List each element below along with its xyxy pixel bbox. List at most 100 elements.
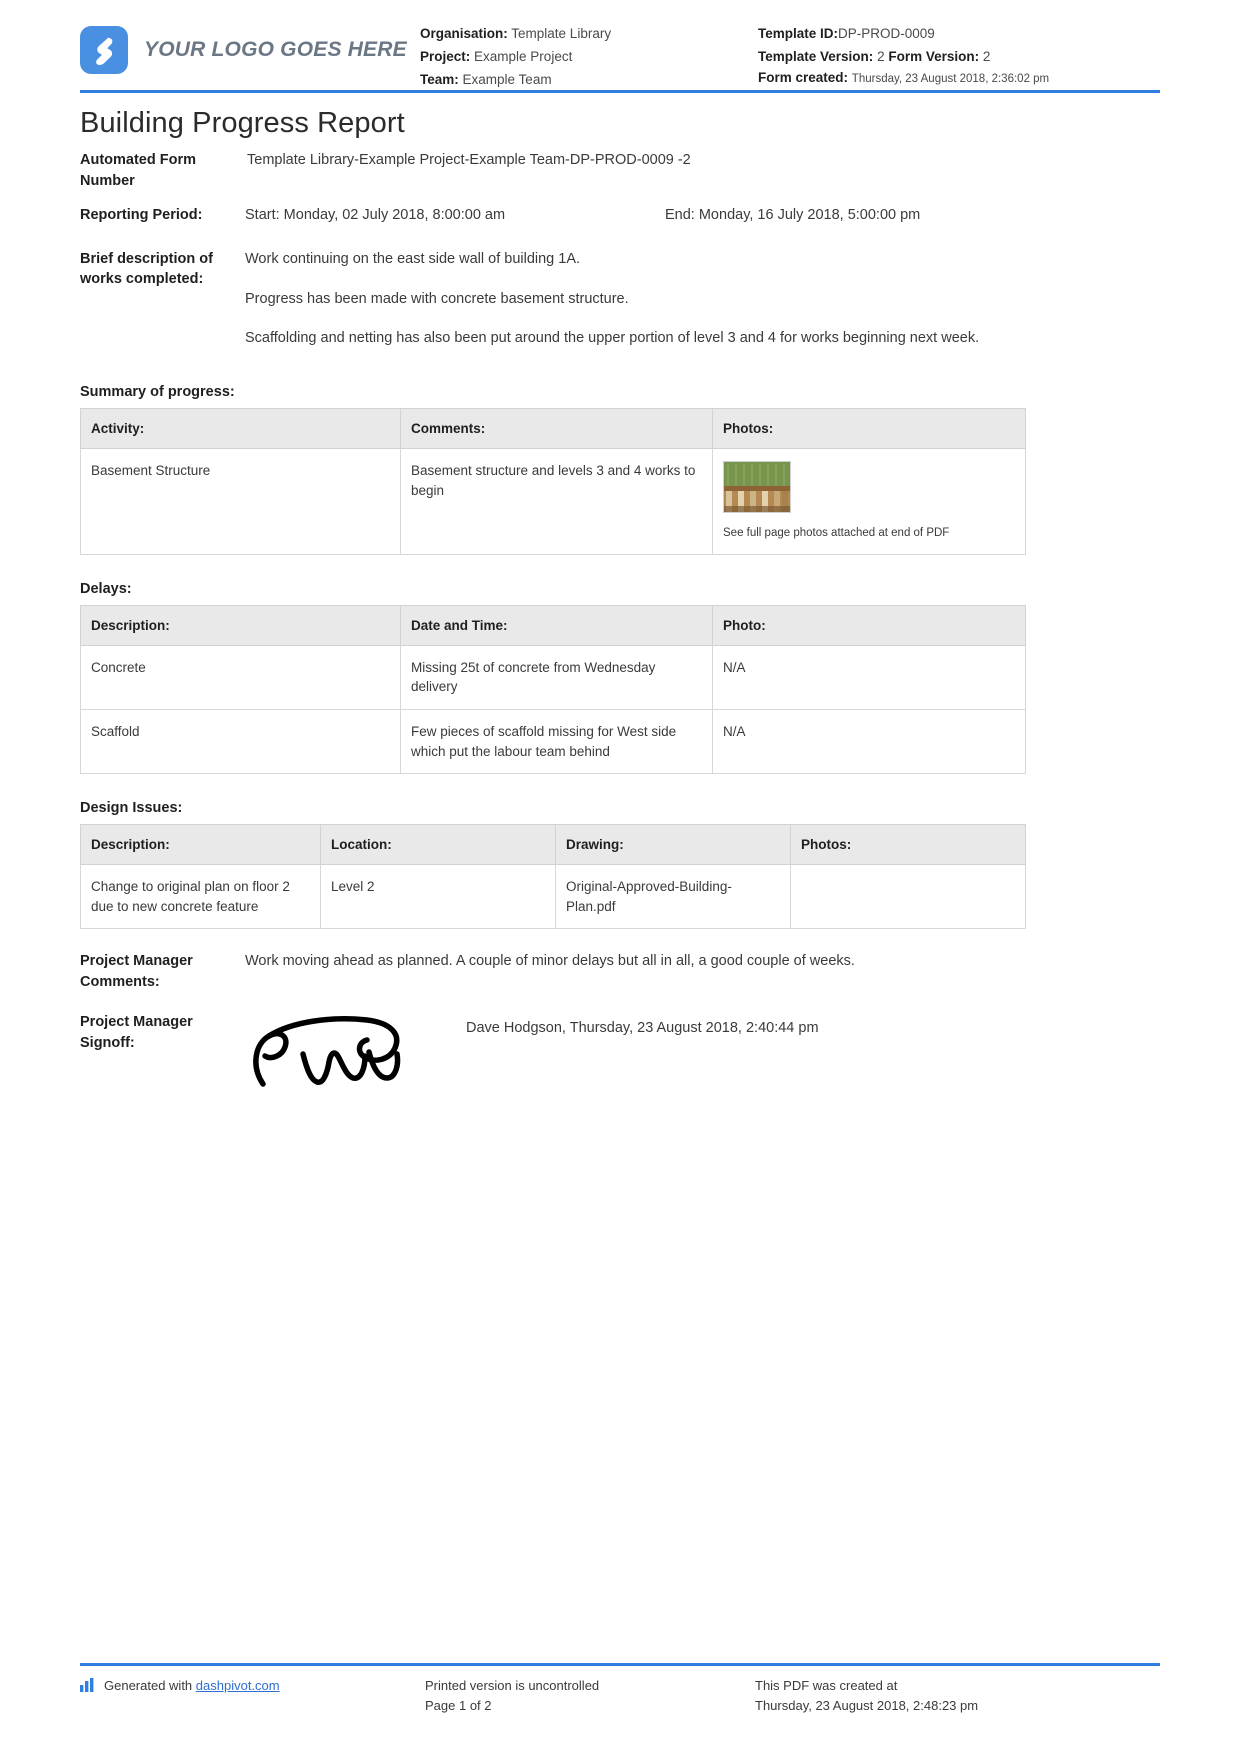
document-page: YOUR LOGO GOES HERE Organisation: Templa… — [0, 0, 1240, 1754]
field-project-manager-signoff: Project Manager Signoff: Dave Hodgson, T… — [80, 1012, 1160, 1097]
meta-form-created-label: Form created: — [758, 70, 849, 86]
field-label-brief-description: Brief description of works completed: — [80, 250, 213, 288]
table-row: Scaffold Few pieces of scaffold missing … — [80, 708, 1026, 775]
bar-chart-icon — [80, 1676, 96, 1698]
progress-photo-caption: See full page photos attached at end of … — [723, 527, 950, 540]
brief-description-paragraph: Work continuing on the east side wall of… — [245, 250, 581, 267]
column-header-comments: Comments: — [400, 408, 713, 450]
meta-organisation-value: Template Library — [511, 26, 612, 41]
document-header: YOUR LOGO GOES HERE Organisation: Templa… — [80, 0, 1160, 89]
delays-heading: Delays: — [80, 580, 132, 597]
field-value-automated-form-number: Template Library-Example Project-Example… — [247, 152, 691, 168]
table-row: Change to original plan on floor 2 due t… — [80, 864, 1026, 930]
footer-created-info: This PDF was created at Thursday, 23 Aug… — [755, 1676, 1160, 1716]
logo-text: YOUR LOGO GOES HERE — [144, 38, 407, 61]
field-label-pm-signoff: Project Manager Signoff: — [80, 1014, 193, 1051]
column-header-date-and-time: Date and Time: — [400, 604, 713, 646]
dashpivot-link[interactable]: dashpivot.com — [196, 1678, 280, 1693]
header-meta-left: Organisation: Template Library Project: … — [420, 18, 750, 92]
column-header-photos: Photos: — [712, 408, 1026, 450]
cell-date-and-time: Missing 25t of concrete from Wednesday d… — [400, 644, 713, 710]
column-header-photo: Photo: — [712, 604, 1026, 646]
field-label-automated-form-number: Automated Form Number — [80, 152, 196, 189]
column-header-description: Description: — [80, 604, 401, 646]
footer-page-number: Page 1 of 2 — [425, 1697, 492, 1713]
section-delays: Delays: Description: Date and Time: Phot… — [80, 580, 1160, 775]
meta-form-created: Form created: Thursday, 23 August 2018, … — [758, 68, 1160, 88]
meta-project-value: Example Project — [474, 49, 573, 65]
table-row: Basement Structure Basement structure an… — [80, 448, 1026, 555]
table-header-row: Description: Location: Drawing: Photos: — [80, 824, 1026, 866]
delays-table: Description: Date and Time: Photo: Concr… — [80, 604, 1026, 775]
column-header-drawing: Drawing: — [555, 824, 791, 866]
field-brief-description: Brief description of works completed: Wo… — [80, 249, 1160, 350]
reporting-period-start: Start: Monday, 02 July 2018, 8:00:00 am — [245, 207, 506, 224]
column-header-activity: Activity: — [80, 408, 401, 450]
column-header-location: Location: — [320, 824, 556, 866]
field-reporting-period: Reporting Period: Start: Monday, 02 July… — [80, 205, 1160, 227]
cell-drawing: Original-Approved-Building-Plan.pdf — [555, 864, 791, 930]
footer-generated-text: Generated with dashpivot.com — [104, 1676, 280, 1696]
cell-photos — [790, 864, 1026, 930]
cell-location: Level 2 — [320, 864, 556, 930]
section-summary-of-progress: Summary of progress: Activity: Comments:… — [80, 384, 1160, 555]
table-header-row: Description: Date and Time: Photo: — [80, 604, 1026, 646]
cell-activity: Basement Structure — [80, 448, 401, 555]
meta-template-id: Template ID:DP-PROD-0009 — [758, 22, 1160, 45]
page-title: Building Progress Report — [80, 107, 405, 139]
meta-template-id-value: DP-PROD-0009 — [838, 26, 935, 41]
brief-description-paragraph: Progress has been made with concrete bas… — [245, 290, 629, 307]
signature-image — [245, 1012, 460, 1097]
footer-created-timestamp: Thursday, 23 August 2018, 2:48:23 pm — [755, 1697, 979, 1713]
footer-print-notice: Printed version is uncontrolled Page 1 o… — [425, 1676, 755, 1716]
cell-photos: See full page photos attached at end of … — [712, 448, 1026, 555]
cell-date-and-time: Few pieces of scaffold missing for West … — [400, 708, 713, 775]
meta-team-label: Team: — [420, 72, 459, 88]
cell-description: Concrete — [80, 644, 401, 710]
field-label-reporting-period: Reporting Period: — [80, 207, 203, 224]
footer-generated-with: Generated with dashpivot.com — [80, 1676, 425, 1716]
pm-signoff-meta: Dave Hodgson, Thursday, 23 August 2018, … — [466, 1020, 819, 1037]
cell-photo: N/A — [712, 708, 1026, 775]
meta-versions: Template Version: 2 Form Version: 2 — [758, 45, 1160, 68]
column-header-photos: Photos: — [790, 824, 1026, 866]
progress-photo-thumbnail[interactable] — [723, 461, 791, 514]
summary-of-progress-heading: Summary of progress: — [80, 384, 235, 401]
brief-description-paragraph: Scaffolding and netting has also been pu… — [245, 330, 980, 347]
design-issues-table: Description: Location: Drawing: Photos: … — [80, 824, 1026, 930]
field-value-pm-comments: Work moving ahead as planned. A couple o… — [245, 953, 855, 970]
field-value-reporting-period: Start: Monday, 02 July 2018, 8:00:00 am … — [245, 205, 1160, 227]
field-label-pm-comments: Project Manager Comments: — [80, 953, 193, 990]
document-footer: Generated with dashpivot.com Printed ver… — [80, 1662, 1160, 1716]
meta-organisation: Organisation: Template Library — [420, 22, 750, 45]
meta-team-value: Example Team — [462, 72, 552, 88]
meta-template-version-value: 2 — [877, 49, 885, 65]
dashpivot-logo-icon — [80, 26, 128, 74]
field-value-brief-description: Work continuing on the east side wall of… — [245, 249, 1160, 350]
cell-photo: N/A — [712, 644, 1026, 710]
reporting-period-end: End: Monday, 16 July 2018, 5:00:00 pm — [665, 207, 921, 224]
cell-description: Change to original plan on floor 2 due t… — [80, 864, 321, 930]
meta-project-label: Project: — [420, 49, 471, 65]
meta-template-id-label: Template ID: — [758, 26, 839, 41]
section-design-issues: Design Issues: Description: Location: Dr… — [80, 800, 1160, 930]
cell-comments: Basement structure and levels 3 and 4 wo… — [400, 448, 713, 555]
field-automated-form-number: Automated Form Number Template Library-E… — [80, 150, 1160, 191]
footer-created-notice: This PDF was created at — [755, 1677, 898, 1693]
header-meta-right: Template ID:DP-PROD-0009 Template Versio… — [750, 18, 1160, 89]
field-project-manager-comments: Project Manager Comments: Work moving ah… — [80, 951, 1160, 992]
meta-team: Team: Example Team — [420, 68, 750, 91]
cell-description: Scaffold — [80, 708, 401, 775]
meta-organisation-label: Organisation: — [420, 26, 508, 41]
footer-divider — [80, 1662, 1160, 1666]
design-issues-heading: Design Issues: — [80, 800, 183, 817]
meta-template-version-label: Template Version: — [758, 49, 874, 65]
table-row: Concrete Missing 25t of concrete from We… — [80, 644, 1026, 710]
meta-project: Project: Example Project — [420, 45, 750, 68]
meta-form-version-label: Form Version: — [888, 49, 980, 65]
table-header-row: Activity: Comments: Photos: — [80, 408, 1026, 450]
summary-of-progress-table: Activity: Comments: Photos: Basement Str… — [80, 408, 1026, 555]
footer-generated-prefix: Generated with — [104, 1677, 196, 1693]
column-header-description: Description: — [80, 824, 321, 866]
meta-form-version-value: 2 — [982, 49, 991, 65]
